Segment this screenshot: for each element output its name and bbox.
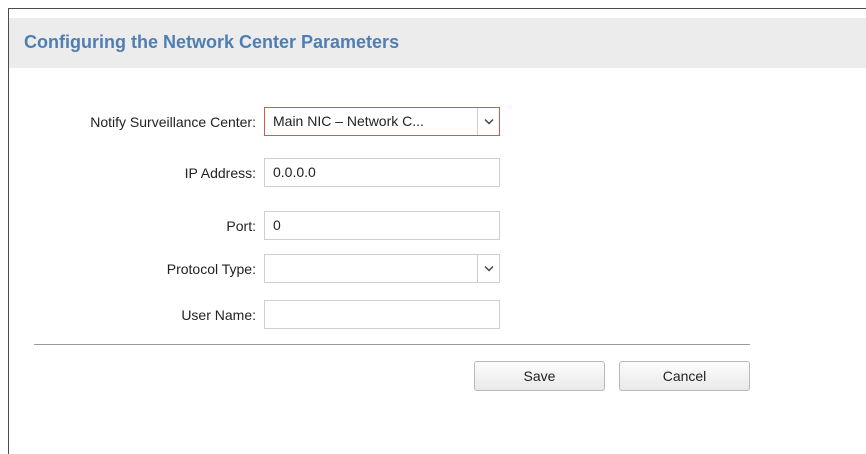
user-name-label: User Name:: [181, 307, 256, 323]
ip-address-field[interactable]: 0.0.0.0: [264, 158, 500, 187]
save-button[interactable]: Save: [474, 361, 605, 391]
protocol-type-label: Protocol Type:: [166, 261, 256, 277]
notify-center-label: Notify Surveillance Center:: [90, 114, 256, 130]
port-label: Port:: [226, 218, 256, 234]
divider: [34, 344, 750, 345]
page-title: Configuring the Network Center Parameter…: [24, 32, 400, 52]
chevron-down-icon[interactable]: [477, 108, 499, 135]
chevron-down-icon[interactable]: [477, 255, 499, 282]
protocol-type-select[interactable]: [264, 254, 500, 283]
cancel-button[interactable]: Cancel: [619, 361, 750, 391]
notify-center-select[interactable]: Main NIC – Network C...: [264, 107, 500, 136]
ip-address-label: IP Address:: [184, 165, 256, 181]
user-name-field[interactable]: [264, 300, 500, 329]
notify-center-value: Main NIC – Network C...: [273, 113, 424, 129]
port-field[interactable]: 0: [264, 211, 500, 240]
